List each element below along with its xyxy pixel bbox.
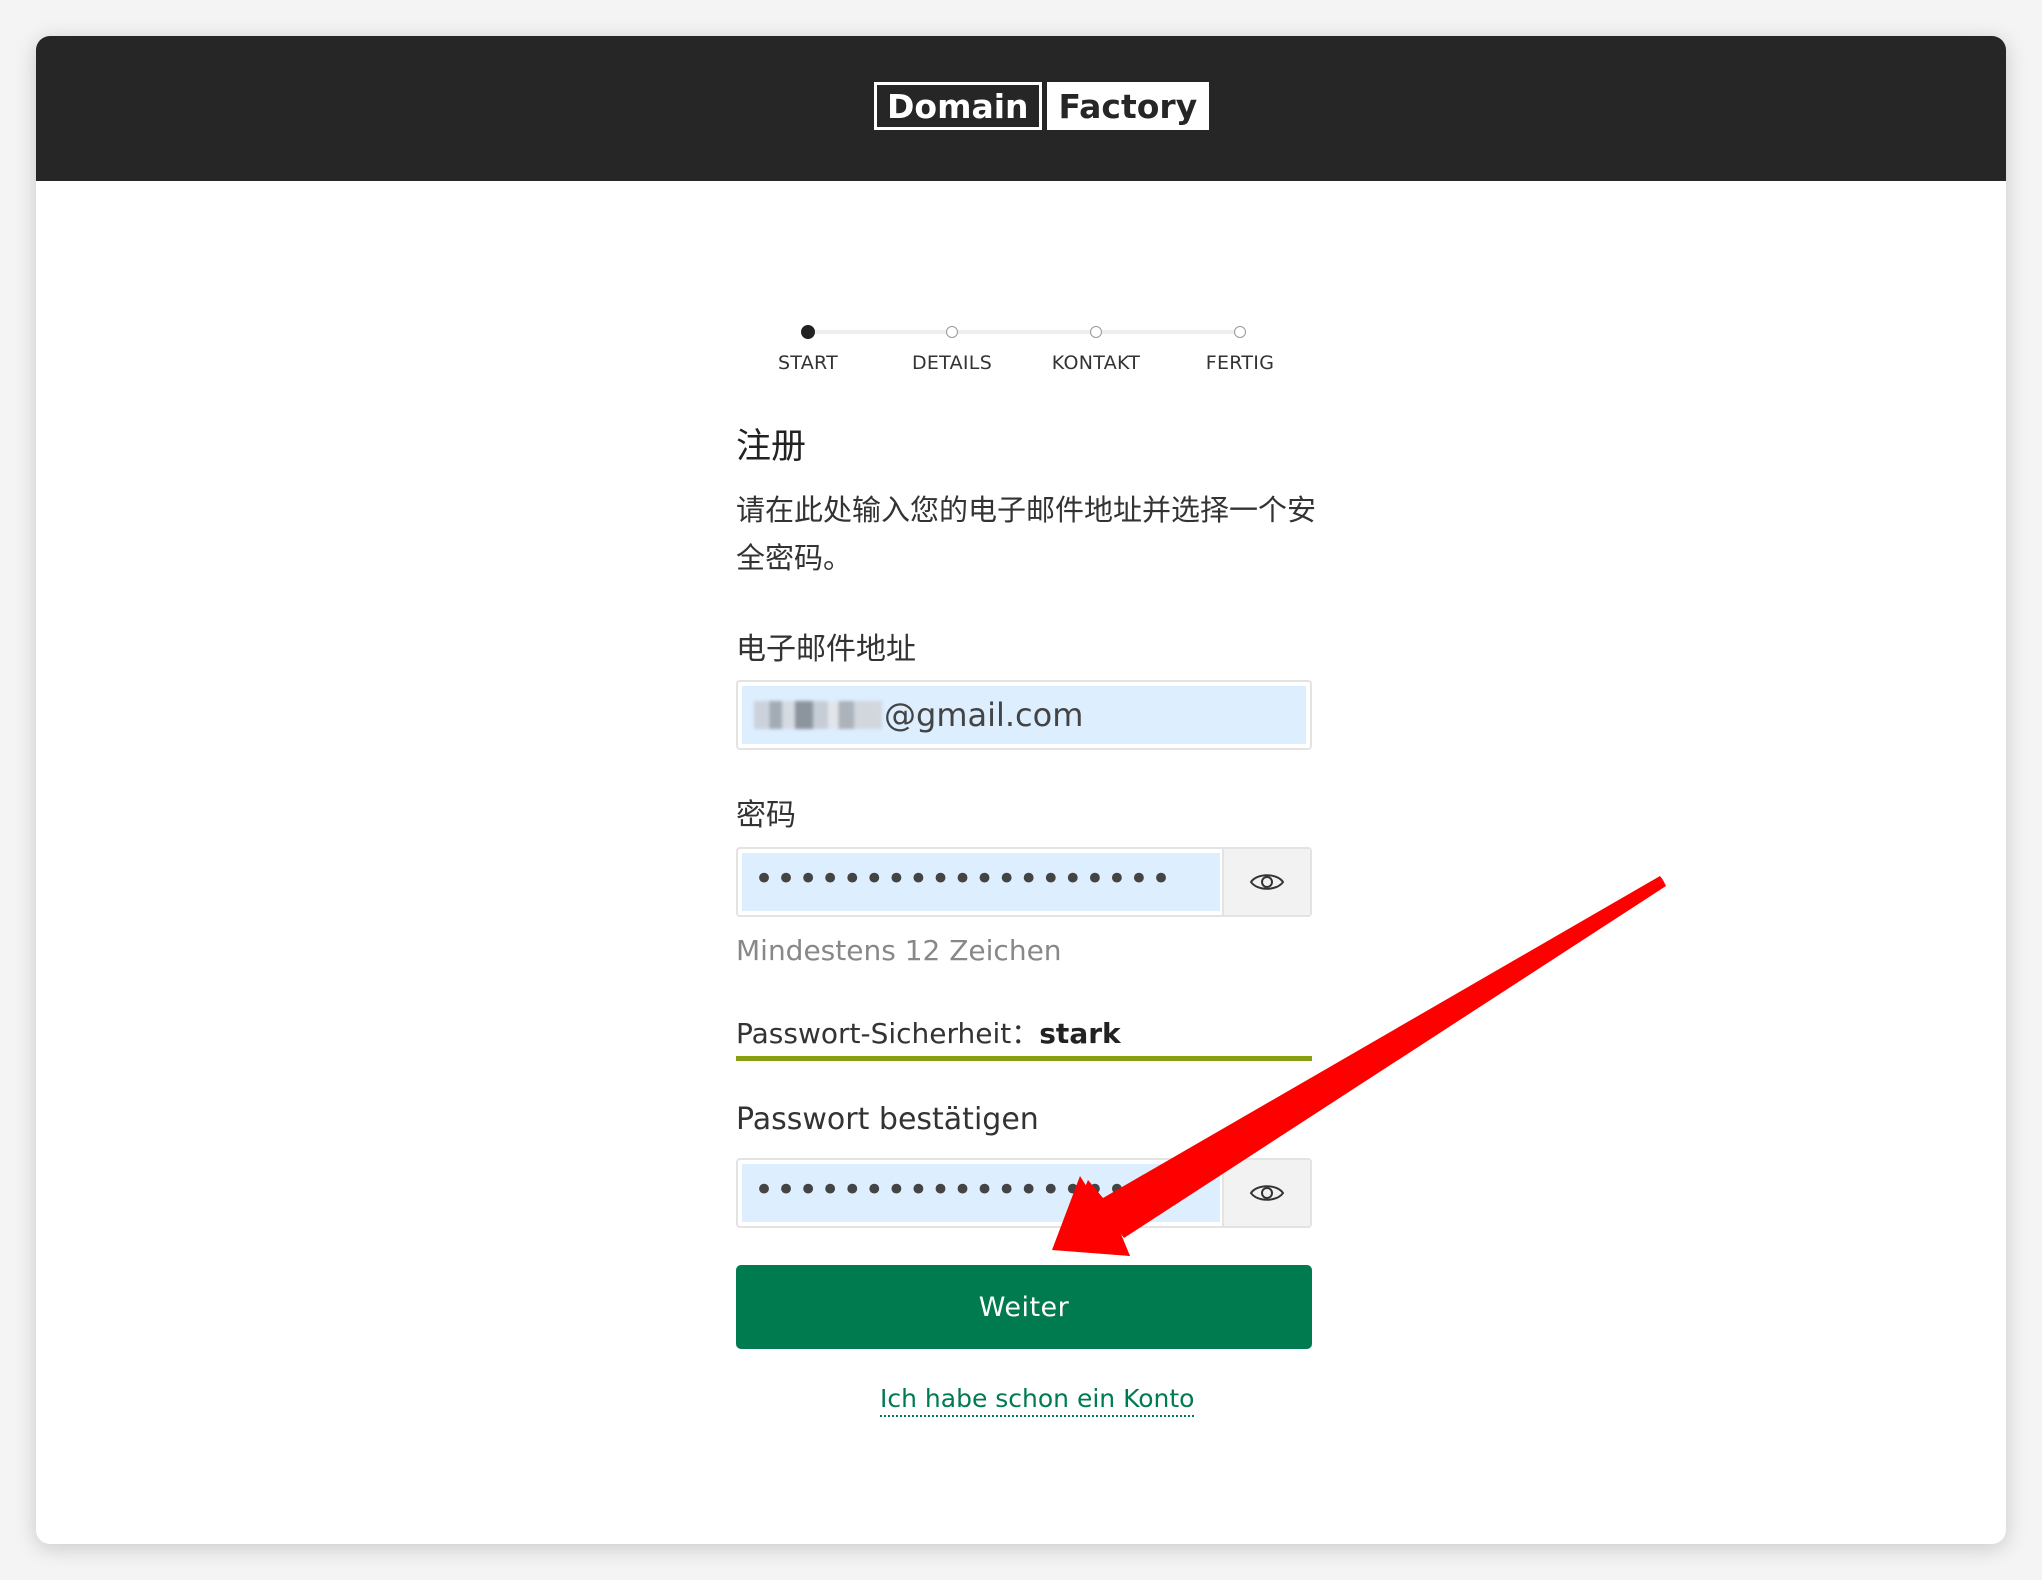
step-label: FERTIG bbox=[1205, 352, 1275, 374]
redacted-email-user bbox=[754, 701, 882, 729]
password-strength: Passwort-Sicherheit：stark bbox=[736, 1012, 1121, 1052]
password-label: 密码 bbox=[736, 798, 796, 833]
progress-stepper: START DETAILS KONTAKT FERTIG bbox=[736, 290, 1312, 374]
logo-domain: Domain bbox=[874, 82, 1042, 130]
step-label: KONTAKT bbox=[1051, 352, 1141, 374]
step-dot bbox=[1090, 326, 1102, 338]
step-label: START bbox=[777, 352, 839, 374]
stepper-line bbox=[808, 330, 1240, 334]
step-dot bbox=[1234, 326, 1246, 338]
existing-account-link[interactable]: Ich habe schon ein Konto bbox=[880, 1384, 1195, 1417]
reveal-confirm-password-button[interactable] bbox=[1222, 1160, 1310, 1226]
confirm-password-value: ••••••••••••••••••• bbox=[754, 1170, 1174, 1210]
confirm-password-field[interactable]: ••••••••••••••••••• bbox=[736, 1158, 1312, 1228]
step-dot bbox=[946, 326, 958, 338]
strength-value: stark bbox=[1039, 1017, 1121, 1050]
page-title: 注册 bbox=[736, 427, 807, 467]
email-label: 电子邮件地址 bbox=[736, 632, 916, 667]
step-label: DETAILS bbox=[911, 352, 993, 374]
weiter-button[interactable]: Weiter bbox=[736, 1265, 1312, 1349]
confirm-password-label: Passwort bestätigen bbox=[736, 1102, 1039, 1137]
password-field[interactable]: ••••••••••••••••••• bbox=[736, 847, 1312, 917]
password-value: ••••••••••••••••••• bbox=[754, 859, 1174, 899]
confirm-password-input[interactable]: ••••••••••••••••••• bbox=[742, 1164, 1220, 1222]
top-bar: Domain Factory bbox=[36, 36, 2006, 181]
eye-icon bbox=[1249, 874, 1285, 890]
email-input[interactable]: @gmail.com bbox=[742, 686, 1306, 744]
intro-text: 请在此处输入您的电子邮件地址并选择一个安全密码。 bbox=[736, 493, 1317, 575]
step-dot-active bbox=[801, 325, 815, 339]
strength-bar bbox=[736, 1056, 1312, 1061]
domainfactory-logo[interactable]: Domain Factory bbox=[874, 82, 1210, 130]
email-field[interactable]: @gmail.com bbox=[736, 680, 1312, 750]
strength-label: Passwort-Sicherheit： bbox=[736, 1017, 1040, 1050]
reveal-password-button[interactable] bbox=[1222, 849, 1310, 915]
logo-factory: Factory bbox=[1046, 82, 1210, 130]
email-value: @gmail.com bbox=[884, 696, 1084, 734]
eye-icon bbox=[1249, 1185, 1285, 1201]
password-hint: Mindestens 12 Zeichen bbox=[736, 934, 1062, 967]
password-input[interactable]: ••••••••••••••••••• bbox=[742, 853, 1220, 911]
